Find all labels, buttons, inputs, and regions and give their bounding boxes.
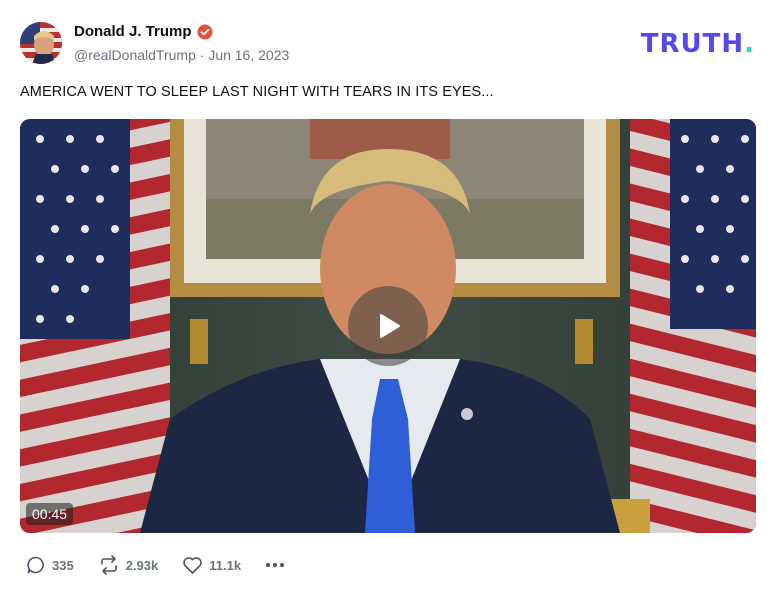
author-handle[interactable]: @realDonaldTrump: [74, 47, 196, 63]
like-button[interactable]: 11.1k: [182, 556, 241, 575]
ellipsis-icon: [266, 563, 285, 567]
more-options-button[interactable]: [265, 562, 285, 568]
like-count: 11.1k: [209, 557, 242, 573]
reply-button[interactable]: 335: [26, 555, 74, 575]
post-meta: @realDonaldTrump · Jun 16, 2023: [74, 47, 289, 63]
retruth-button[interactable]: 2.93k: [98, 555, 159, 575]
video-duration: 00:45: [26, 503, 74, 525]
reply-count: 335: [52, 557, 74, 573]
play-icon: [380, 314, 400, 338]
avatar[interactable]: [20, 22, 62, 64]
play-button[interactable]: [348, 286, 428, 366]
reply-icon: [27, 556, 44, 574]
retruth-icon: [100, 555, 117, 575]
logo-dot: .: [744, 29, 755, 59]
post-text: AMERICA WENT TO SLEEP LAST NIGHT WITH TE…: [20, 84, 494, 100]
verified-badge-icon: [197, 24, 213, 40]
author-name[interactable]: Donald J. Trump: [74, 23, 192, 40]
retruth-count: 2.93k: [125, 557, 159, 573]
post-date[interactable]: Jun 16, 2023: [208, 47, 289, 63]
video-player[interactable]: 00:45: [20, 119, 756, 533]
heart-icon: [183, 556, 203, 574]
meta-separator: ·: [199, 47, 205, 63]
post-actions: 335 2.93k 11.1k: [26, 554, 285, 576]
post-header: Donald J. Trump @realDonaldTrump · Jun 1…: [20, 20, 757, 66]
truth-logo[interactable]: TRUTH.: [641, 29, 755, 59]
logo-text: TRUTH: [640, 29, 745, 59]
